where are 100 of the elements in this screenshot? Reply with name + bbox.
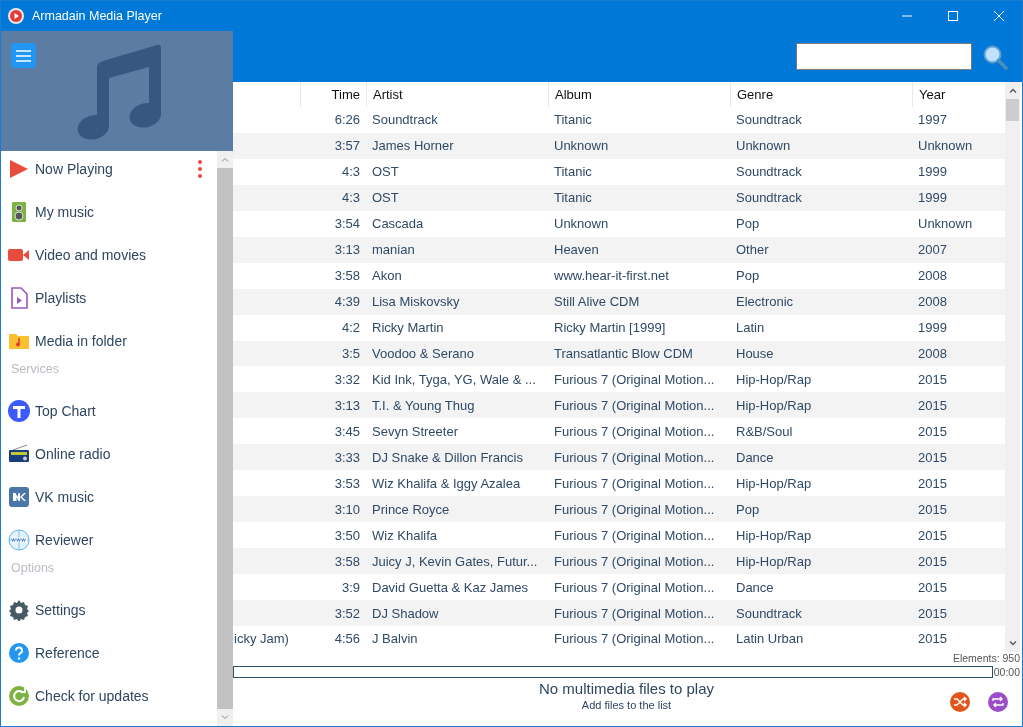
- sidebar-item[interactable]: Reference: [35, 644, 217, 661]
- sidebar-item[interactable]: Video and movies: [35, 246, 217, 263]
- sidebar-item[interactable]: My music: [35, 203, 217, 220]
- play-icon[interactable]: [8, 157, 30, 180]
- table-cell-text: T.I. & Young Thug: [371, 396, 476, 415]
- maximize-icon[interactable]: [947, 10, 959, 22]
- sidebar-item[interactable]: Settings: [35, 601, 217, 618]
- table-cell-text: 3:9: [340, 578, 361, 597]
- table-cell-text: 2015: [917, 526, 948, 545]
- sidebar-item[interactable]: Media in folder: [35, 332, 217, 349]
- table-cell-text: 2007: [917, 241, 948, 260]
- sidebar-item[interactable]: Now Playing: [35, 160, 197, 177]
- table-cell-text: Juicy J, Kevin Gates, Futur...: [371, 552, 539, 571]
- table-cell-text: 3:5: [340, 345, 361, 363]
- table-cell-text: OST: [371, 163, 400, 182]
- table-cell-text: 2008: [917, 293, 948, 312]
- table-cell-text: Soundtrack: [735, 163, 803, 182]
- sidebar-item[interactable]: Top Chart: [35, 402, 217, 419]
- table-cell-text: James Horner: [371, 137, 455, 156]
- more-options-icon[interactable]: [197, 158, 203, 179]
- scroll-up-icon[interactable]: [1008, 88, 1017, 93]
- table-cell-text: Hip-Hop/Rap: [735, 370, 813, 389]
- table-cell-text: icky Jam): [233, 630, 290, 649]
- table-cell-text: Furious 7 (Original Motion...: [553, 396, 716, 415]
- column-header[interactable]: Artist: [366, 82, 548, 107]
- www-globe-icon[interactable]: [8, 528, 30, 551]
- table-cell-text: Furious 7 (Original Motion...: [553, 500, 716, 519]
- playlist-file-icon[interactable]: [8, 286, 30, 309]
- table-cell-text: OST: [371, 189, 400, 208]
- table-cell-text: 2015: [917, 448, 948, 467]
- menu-button[interactable]: [11, 43, 36, 68]
- table-cell-text: Titanic: [553, 111, 593, 130]
- table-cell-text: Cascada: [371, 215, 425, 234]
- table-cell-text: 4:39: [333, 293, 361, 312]
- sidebar-item[interactable]: VK music: [35, 488, 217, 505]
- table-cell-text: Hip-Hop/Rap: [735, 474, 813, 493]
- table-cell-text: 2015: [917, 604, 948, 623]
- sidebar-item[interactable]: Check for updates: [35, 687, 217, 704]
- vk-logo-icon[interactable]: [8, 485, 30, 508]
- table-cell-text: 1999: [917, 319, 948, 338]
- sidebar-item[interactable]: Online radio: [35, 445, 217, 462]
- close-icon[interactable]: [993, 10, 1005, 22]
- table-cell-text: 3:54: [333, 215, 361, 234]
- progress-bar[interactable]: [233, 665, 993, 678]
- table-cell-text: Furious 7 (Original Motion...: [553, 448, 716, 467]
- refresh-icon[interactable]: [8, 684, 30, 707]
- repeat-button[interactable]: [988, 692, 1008, 712]
- table-cell-text: Kid Ink, Tyga, YG, Wale & ...: [371, 370, 537, 389]
- scroll-down-icon[interactable]: [1008, 641, 1017, 646]
- menu-icon[interactable]: [16, 49, 31, 62]
- table-cell-text: 3:52: [333, 604, 361, 623]
- column-header[interactable]: Time: [300, 82, 366, 107]
- table-cell-text: 3:45: [333, 422, 361, 441]
- table-cell-text: Soundtrack: [735, 111, 803, 130]
- table-cell-text: www.hear-it-first.net: [553, 267, 670, 286]
- table-cell-text: Electronic: [735, 293, 795, 312]
- table-cell-text: Furious 7 (Original Motion...: [553, 604, 716, 623]
- element-count: Elements: 950: [951, 652, 1021, 665]
- table-scrollbar[interactable]: [1005, 82, 1020, 652]
- column-header[interactable]: Year: [912, 82, 1000, 107]
- table-cell-text: J Balvin: [371, 630, 419, 649]
- table-cell-text: Still Alive CDM: [553, 293, 641, 312]
- table-cell-text: Unknown: [917, 215, 974, 234]
- window-title: Armadain Media Player: [32, 9, 163, 23]
- table-cell-text: Latin: [735, 319, 766, 338]
- table-cell-text: Furious 7 (Original Motion...: [553, 526, 716, 545]
- search-field[interactable]: [796, 43, 972, 70]
- sidebar-item[interactable]: Playlists: [35, 289, 217, 306]
- table-cell-text: David Guetta & Kaz James: [371, 578, 530, 597]
- table-cell-text: 3:58: [333, 552, 361, 571]
- table-cell-text: 3:57: [333, 137, 361, 156]
- search-button[interactable]: [982, 43, 1008, 70]
- scrollbar-thumb[interactable]: [1006, 99, 1019, 121]
- table-cell-text: 6:26: [333, 111, 361, 130]
- shuffle-button[interactable]: [950, 692, 970, 712]
- table-cell-text: Hip-Hop/Rap: [735, 396, 813, 415]
- table-cell-text: Transatlantic Blow CDM: [553, 345, 694, 363]
- column-header[interactable]: Genre: [730, 82, 912, 107]
- help-icon[interactable]: [8, 641, 30, 664]
- table-cell-text: 3:50: [333, 526, 361, 545]
- table-cell-text: DJ Shadow: [371, 604, 440, 623]
- section-heading: Services: [11, 362, 59, 376]
- column-header[interactable]: Album: [548, 82, 730, 107]
- table-cell-text: 3:53: [333, 474, 361, 493]
- table-cell-text: Furious 7 (Original Motion...: [553, 474, 716, 493]
- table-cell-text: Furious 7 (Original Motion...: [553, 370, 716, 389]
- table-cell-text: House: [735, 345, 775, 363]
- radio-icon[interactable]: [8, 442, 30, 465]
- sidebar-item[interactable]: Reviewer: [35, 531, 217, 548]
- table-cell-text: Heaven: [553, 241, 600, 260]
- letter-t-circle-icon[interactable]: [8, 399, 30, 422]
- table-cell-text: Other: [735, 241, 770, 260]
- table-cell-text: Hip-Hop/Rap: [735, 526, 813, 545]
- table-cell-text: Unknown: [553, 215, 610, 234]
- table-cell-text: 2015: [917, 422, 948, 441]
- settings-icon[interactable]: [8, 598, 30, 621]
- table-cell-text: 2015: [917, 578, 948, 597]
- table-cell-text: Pop: [735, 500, 761, 519]
- table-cell-text: Ricky Martin: [371, 319, 445, 338]
- table-cell-text: Prince Royce: [371, 500, 451, 519]
